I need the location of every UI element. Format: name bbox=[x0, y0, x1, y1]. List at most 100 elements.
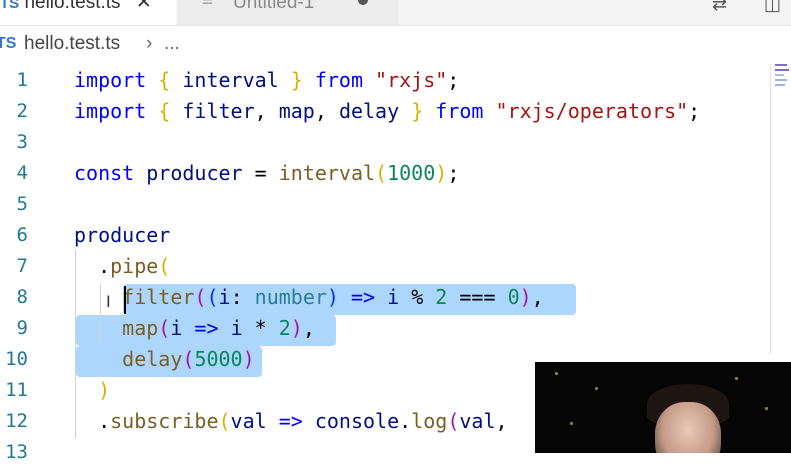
code-token: } bbox=[399, 99, 436, 123]
code-token: pipe bbox=[110, 254, 159, 278]
minimap[interactable] bbox=[775, 64, 791, 104]
code-token: ) bbox=[326, 285, 339, 309]
code-token: . bbox=[74, 254, 111, 278]
code-token: log bbox=[411, 409, 448, 433]
code-token: : bbox=[230, 285, 255, 309]
code-token: { bbox=[146, 68, 183, 92]
line-number: 1 bbox=[16, 69, 28, 91]
code-token: ( bbox=[182, 347, 195, 371]
code-token: console bbox=[314, 409, 400, 433]
city-light bbox=[570, 422, 573, 425]
code-text: producer bbox=[74, 220, 170, 251]
code-text: map(i => i * 2), bbox=[74, 313, 315, 344]
code-text: import { interval } from "rxjs"; bbox=[74, 65, 459, 96]
code-line[interactable]: 6 producer bbox=[0, 220, 791, 251]
code-token: ) bbox=[290, 316, 303, 340]
code-token: ) bbox=[98, 378, 111, 402]
scrollbar-track[interactable] bbox=[770, 64, 771, 354]
code-token: ) bbox=[519, 285, 532, 309]
code-token: ( bbox=[194, 285, 207, 309]
code-line[interactable]: 3 bbox=[0, 127, 791, 158]
code-line[interactable]: 7 .pipe( bbox=[0, 251, 791, 282]
source-control-compare-icon[interactable]: ⇄ bbox=[712, 0, 727, 15]
minimap-line bbox=[775, 79, 787, 81]
webcam-overlay bbox=[535, 362, 791, 453]
typescript-file-icon: TS bbox=[0, 0, 20, 12]
line-number: 10 bbox=[5, 348, 28, 370]
code-token: 2 bbox=[278, 316, 291, 340]
code-token: ; bbox=[688, 99, 701, 123]
code-line[interactable]: 1 import { interval } from "rxjs"; bbox=[0, 65, 791, 96]
code-token: 1000 bbox=[387, 161, 436, 185]
code-text: const producer = interval(1000); bbox=[74, 158, 459, 189]
code-token: , bbox=[531, 285, 544, 309]
code-token: => bbox=[182, 316, 231, 340]
chevron-right-icon: › bbox=[146, 33, 153, 54]
code-token: from bbox=[314, 68, 363, 92]
close-icon[interactable]: ✕ bbox=[136, 0, 152, 13]
code-token: . bbox=[74, 409, 111, 433]
code-token: , bbox=[302, 316, 315, 340]
code-token: subscribe bbox=[110, 409, 219, 433]
code-token: 2 bbox=[435, 285, 448, 309]
code-line[interactable]: 9 map(i => i * 2), bbox=[0, 313, 791, 344]
breadcrumb-file[interactable]: hello.test.ts bbox=[24, 33, 120, 55]
code-line[interactable]: 2 import { filter, map, delay } from "rxj… bbox=[0, 96, 791, 127]
tab-hello-test-ts[interactable]: TS hello.test.ts ✕ bbox=[0, 0, 176, 25]
code-token: i bbox=[387, 285, 400, 309]
code-token: from bbox=[435, 99, 484, 123]
code-token: % bbox=[399, 285, 436, 309]
code-token: import bbox=[74, 68, 147, 92]
minimap-line bbox=[775, 84, 785, 86]
code-token: = bbox=[242, 161, 279, 185]
text-cursor bbox=[124, 286, 126, 314]
code-token: ) bbox=[242, 347, 255, 371]
code-token: val bbox=[459, 409, 496, 433]
city-light bbox=[765, 407, 768, 410]
minimap-line bbox=[775, 64, 787, 66]
code-token: * bbox=[242, 316, 279, 340]
code-token: } bbox=[278, 68, 315, 92]
code-token: producer bbox=[146, 161, 243, 185]
code-line[interactable]: 4 const producer = interval(1000); bbox=[0, 158, 791, 189]
line-number: 8 bbox=[16, 286, 28, 308]
code-token: === bbox=[447, 285, 508, 309]
code-token: => bbox=[266, 409, 315, 433]
code-token: "rxjs/operators" bbox=[495, 99, 689, 123]
typescript-file-icon: TS bbox=[0, 35, 17, 52]
code-token: i bbox=[170, 316, 183, 340]
code-token: ) bbox=[435, 161, 448, 185]
split-editor-icon[interactable]: ◫ bbox=[764, 0, 781, 15]
code-token: map bbox=[122, 316, 159, 340]
code-line[interactable]: 8 filter((i: number) => i % 2 === 0), bbox=[0, 282, 791, 313]
code-text: import { filter, map, delay } from "rxjs… bbox=[74, 96, 700, 127]
code-token: "rxjs" bbox=[375, 68, 448, 92]
line-number: 9 bbox=[16, 317, 28, 339]
code-token: delay bbox=[338, 99, 400, 123]
code-token: interval bbox=[278, 161, 376, 185]
code-token: val bbox=[230, 409, 267, 433]
city-light bbox=[735, 377, 738, 380]
code-token: ( bbox=[206, 285, 219, 309]
city-light bbox=[555, 372, 558, 375]
code-token: , bbox=[314, 99, 339, 123]
menu-icon: ≡ bbox=[202, 0, 214, 11]
tab-untitled-1[interactable]: ≡ Untitled-1 bbox=[178, 0, 398, 25]
ibeam-cursor-icon: I bbox=[106, 292, 111, 311]
unsaved-dot-icon[interactable] bbox=[358, 0, 368, 5]
code-token: map bbox=[278, 99, 315, 123]
code-token: const bbox=[74, 161, 135, 185]
breadcrumb-symbols[interactable]: ... bbox=[164, 33, 180, 55]
code-token: delay bbox=[122, 347, 183, 371]
line-number: 6 bbox=[16, 224, 28, 246]
code-token: ( bbox=[447, 409, 460, 433]
code-token: filter bbox=[182, 99, 255, 123]
line-number: 5 bbox=[16, 193, 28, 215]
code-line[interactable]: 5 bbox=[0, 189, 791, 220]
code-token: ( bbox=[218, 409, 231, 433]
